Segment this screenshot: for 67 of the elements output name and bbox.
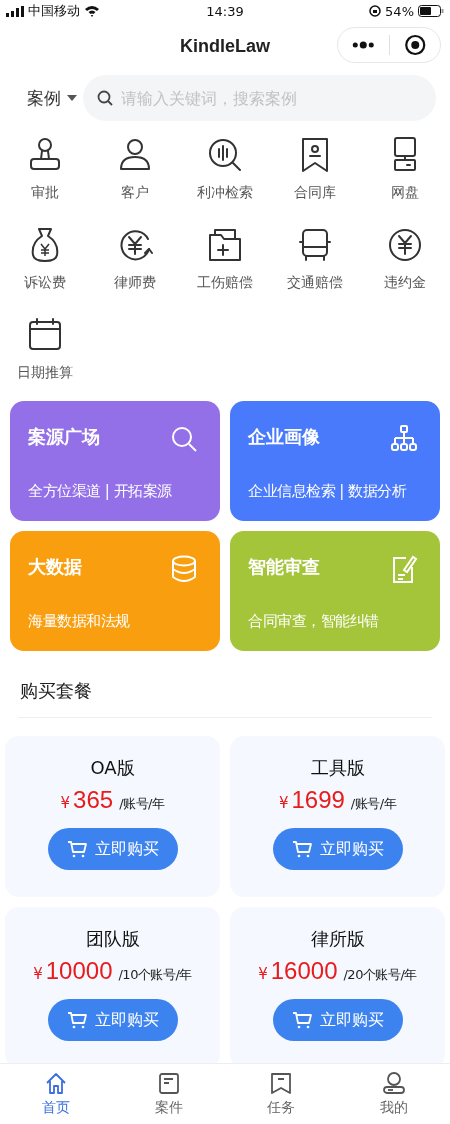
currency-sign: ¥: [33, 965, 43, 983]
carrier-name: 中国移动: [28, 2, 80, 20]
shortcut-label[interactable]: 律师费: [114, 274, 156, 292]
scope-dropdown[interactable]: 案例: [27, 86, 77, 110]
currency-sign: ¥: [258, 965, 268, 983]
feature-subtitle: 海量数据和法规: [28, 612, 131, 632]
shortcut-label[interactable]: 审批: [31, 184, 59, 202]
currency-sign: ¥: [60, 794, 71, 812]
plan-price: 1699: [291, 786, 345, 814]
plan-name: 工具版: [310, 756, 365, 780]
cart-icon: [291, 840, 312, 858]
cart-icon: [291, 1011, 312, 1029]
price-unit: /账号/年: [350, 795, 397, 813]
document-icon: [156, 1071, 181, 1095]
search-icon: [170, 425, 198, 453]
plan-price: 10000: [45, 957, 113, 985]
hierarchy-icon: [390, 425, 418, 453]
tab[interactable]: 首页: [0, 1064, 113, 1124]
bookmark-icon: [269, 1071, 294, 1095]
document-edit-icon: [390, 555, 418, 583]
shortcut-label[interactable]: 诉讼费: [24, 274, 66, 292]
buy-button[interactable]: 立即购买: [272, 828, 403, 870]
shortcut-label[interactable]: 违约金: [384, 274, 426, 292]
signal-icon: [6, 5, 24, 17]
plan-price: 365: [73, 786, 114, 814]
feature-title: 企业画像: [248, 425, 320, 449]
shortcut-label[interactable]: 利冲检索: [197, 184, 253, 202]
wifi-icon: [84, 5, 100, 17]
shortcut-label[interactable]: 客户: [121, 184, 149, 202]
app-title: KindleLaw: [179, 35, 271, 58]
feature-subtitle: 合同审查，智能纠错: [248, 612, 380, 632]
buy-button[interactable]: 立即购买: [272, 999, 403, 1041]
price-unit: /20个账号/年: [343, 966, 417, 984]
database-icon: [170, 555, 198, 583]
caret-icon: [67, 95, 77, 101]
shortcut-label[interactable]: 日期推算: [17, 364, 73, 382]
tab[interactable]: 案件: [112, 1064, 225, 1124]
plan-name: 团队版: [85, 927, 140, 951]
tab[interactable]: 我的: [337, 1064, 450, 1124]
clock-time: 14:39: [206, 3, 244, 19]
buy-button[interactable]: 立即购买: [47, 999, 178, 1041]
feature-subtitle: 企业信息检索 | 数据分析: [248, 482, 408, 502]
price-unit: /10个账号/年: [118, 966, 192, 984]
feature-title: 智能审查: [248, 555, 320, 579]
shortcut-label[interactable]: 网盘: [391, 184, 419, 202]
rotation-lock-icon: [369, 5, 382, 17]
user-icon: [381, 1071, 406, 1095]
shortcut-label[interactable]: 工伤赔偿: [197, 274, 253, 292]
plan-name: 律所版: [310, 927, 365, 951]
feature-subtitle: 全方位渠道 | 开拓案源: [28, 482, 173, 502]
feature-title: 大数据: [28, 555, 82, 579]
shortcut-label[interactable]: 合同库: [294, 184, 336, 202]
plan-name: OA版: [90, 756, 135, 780]
currency-sign: ¥: [278, 794, 289, 812]
shortcut-label[interactable]: 交通赔偿: [287, 274, 343, 292]
cart-icon: [66, 840, 87, 858]
feature-title: 案源广场: [28, 425, 100, 449]
price-unit: /账号/年: [119, 795, 165, 813]
buy-button[interactable]: 立即购买: [47, 828, 178, 870]
battery-percent: 54%: [385, 3, 414, 19]
battery-icon: [418, 5, 444, 17]
plan-price: 16000: [270, 957, 338, 985]
tab[interactable]: 任务: [225, 1064, 338, 1124]
feature-card[interactable]: 企业画像 企业信息检索 | 数据分析: [230, 401, 440, 521]
cart-icon: [66, 1011, 87, 1029]
feature-card[interactable]: 案源广场 全方位渠道 | 开拓案源: [10, 401, 220, 521]
section-heading: 购买套餐: [20, 680, 92, 701]
